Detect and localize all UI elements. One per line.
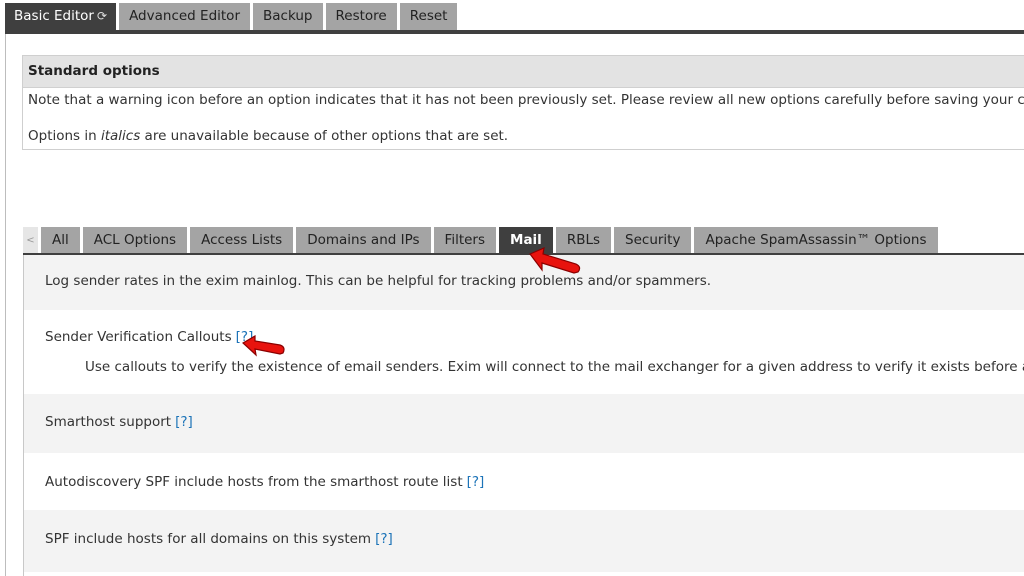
tab-domains-and-ips[interactable]: Domains and IPs bbox=[296, 227, 431, 254]
italics-note: Options in italics are unavailable becau… bbox=[28, 128, 508, 144]
help-link[interactable]: [?] bbox=[375, 531, 393, 547]
tab-label: Basic Editor bbox=[14, 8, 94, 24]
tab-restore[interactable]: Restore bbox=[325, 3, 397, 30]
tab-all[interactable]: All bbox=[41, 227, 80, 254]
option-row-spf-include-hosts: SPF include hosts for all domains on thi… bbox=[24, 510, 1024, 572]
tab-apache-spamassassin-options[interactable]: Apache SpamAssassin™ Options bbox=[694, 227, 938, 254]
mail-options-panel: Log sender rates in the exim mainlog. Th… bbox=[23, 255, 1024, 576]
tab-basic-editor[interactable]: Basic Editor ⟳ bbox=[5, 3, 117, 30]
option-description: Use callouts to verify the existence of … bbox=[85, 359, 1024, 375]
italics-note-end: are unavailable because of other options… bbox=[140, 128, 509, 144]
tab-security[interactable]: Security bbox=[614, 227, 692, 254]
editor-tabs-underline bbox=[5, 30, 1024, 34]
tab-label: Advanced Editor bbox=[129, 8, 240, 24]
option-row-sender-verification-callouts: Sender Verification Callouts [?] Use call… bbox=[24, 310, 1024, 394]
option-label-text: Sender Verification Callouts bbox=[45, 329, 232, 345]
italics-note-start: Options in bbox=[28, 128, 101, 144]
tab-acl-options[interactable]: ACL Options bbox=[82, 227, 188, 254]
standard-options-title: Standard options bbox=[23, 56, 1024, 88]
option-row-autodiscovery-spf: Autodiscovery SPF include hosts from the… bbox=[24, 453, 1024, 510]
scroll-left-button[interactable]: < bbox=[23, 227, 38, 254]
tab-label: Restore bbox=[335, 8, 387, 24]
standard-options-box: Standard options Note that a warning ico… bbox=[22, 55, 1024, 150]
whm-exim-configuration-manager: Basic Editor ⟳ Advanced Editor Backup Res… bbox=[0, 0, 1024, 576]
option-label-text: SPF include hosts for all domains on thi… bbox=[45, 531, 372, 547]
option-label: Log sender rates in the exim mainlog. Th… bbox=[45, 273, 712, 289]
category-tabs: < All ACL Options Access Lists Domains a… bbox=[23, 227, 938, 254]
option-label: Sender Verification Callouts [?] bbox=[45, 329, 253, 345]
option-label-text: Smarthost support bbox=[45, 414, 172, 430]
help-link[interactable]: [?] bbox=[175, 414, 193, 430]
option-label: SPF include hosts for all domains on thi… bbox=[45, 531, 393, 547]
tab-reset[interactable]: Reset bbox=[399, 3, 458, 30]
italics-word: italics bbox=[100, 128, 141, 144]
option-row-log-sender-rates: Log sender rates in the exim mainlog. Th… bbox=[24, 255, 1024, 310]
editor-tabs: Basic Editor ⟳ Advanced Editor Backup Res… bbox=[5, 3, 458, 30]
option-row-smarthost-support: Smarthost support [?] bbox=[24, 394, 1024, 453]
help-link[interactable]: [?] bbox=[467, 474, 485, 490]
tab-backup[interactable]: Backup bbox=[253, 3, 323, 30]
tab-label: Backup bbox=[263, 8, 313, 24]
tab-access-lists[interactable]: Access Lists bbox=[190, 227, 294, 254]
tab-label: Reset bbox=[409, 8, 448, 24]
option-label: Autodiscovery SPF include hosts from the… bbox=[45, 474, 484, 490]
annotation-arrow-icon bbox=[241, 334, 285, 357]
tab-filters[interactable]: Filters bbox=[433, 227, 497, 254]
option-label-text: Autodiscovery SPF include hosts from the… bbox=[45, 474, 463, 490]
warning-note: Note that a warning icon before an optio… bbox=[28, 92, 1024, 108]
refresh-icon: ⟳ bbox=[97, 9, 108, 23]
content-left-border bbox=[5, 34, 6, 576]
option-label: Smarthost support [?] bbox=[45, 414, 193, 430]
tab-advanced-editor[interactable]: Advanced Editor bbox=[119, 3, 250, 30]
annotation-arrow-icon bbox=[529, 247, 581, 274]
